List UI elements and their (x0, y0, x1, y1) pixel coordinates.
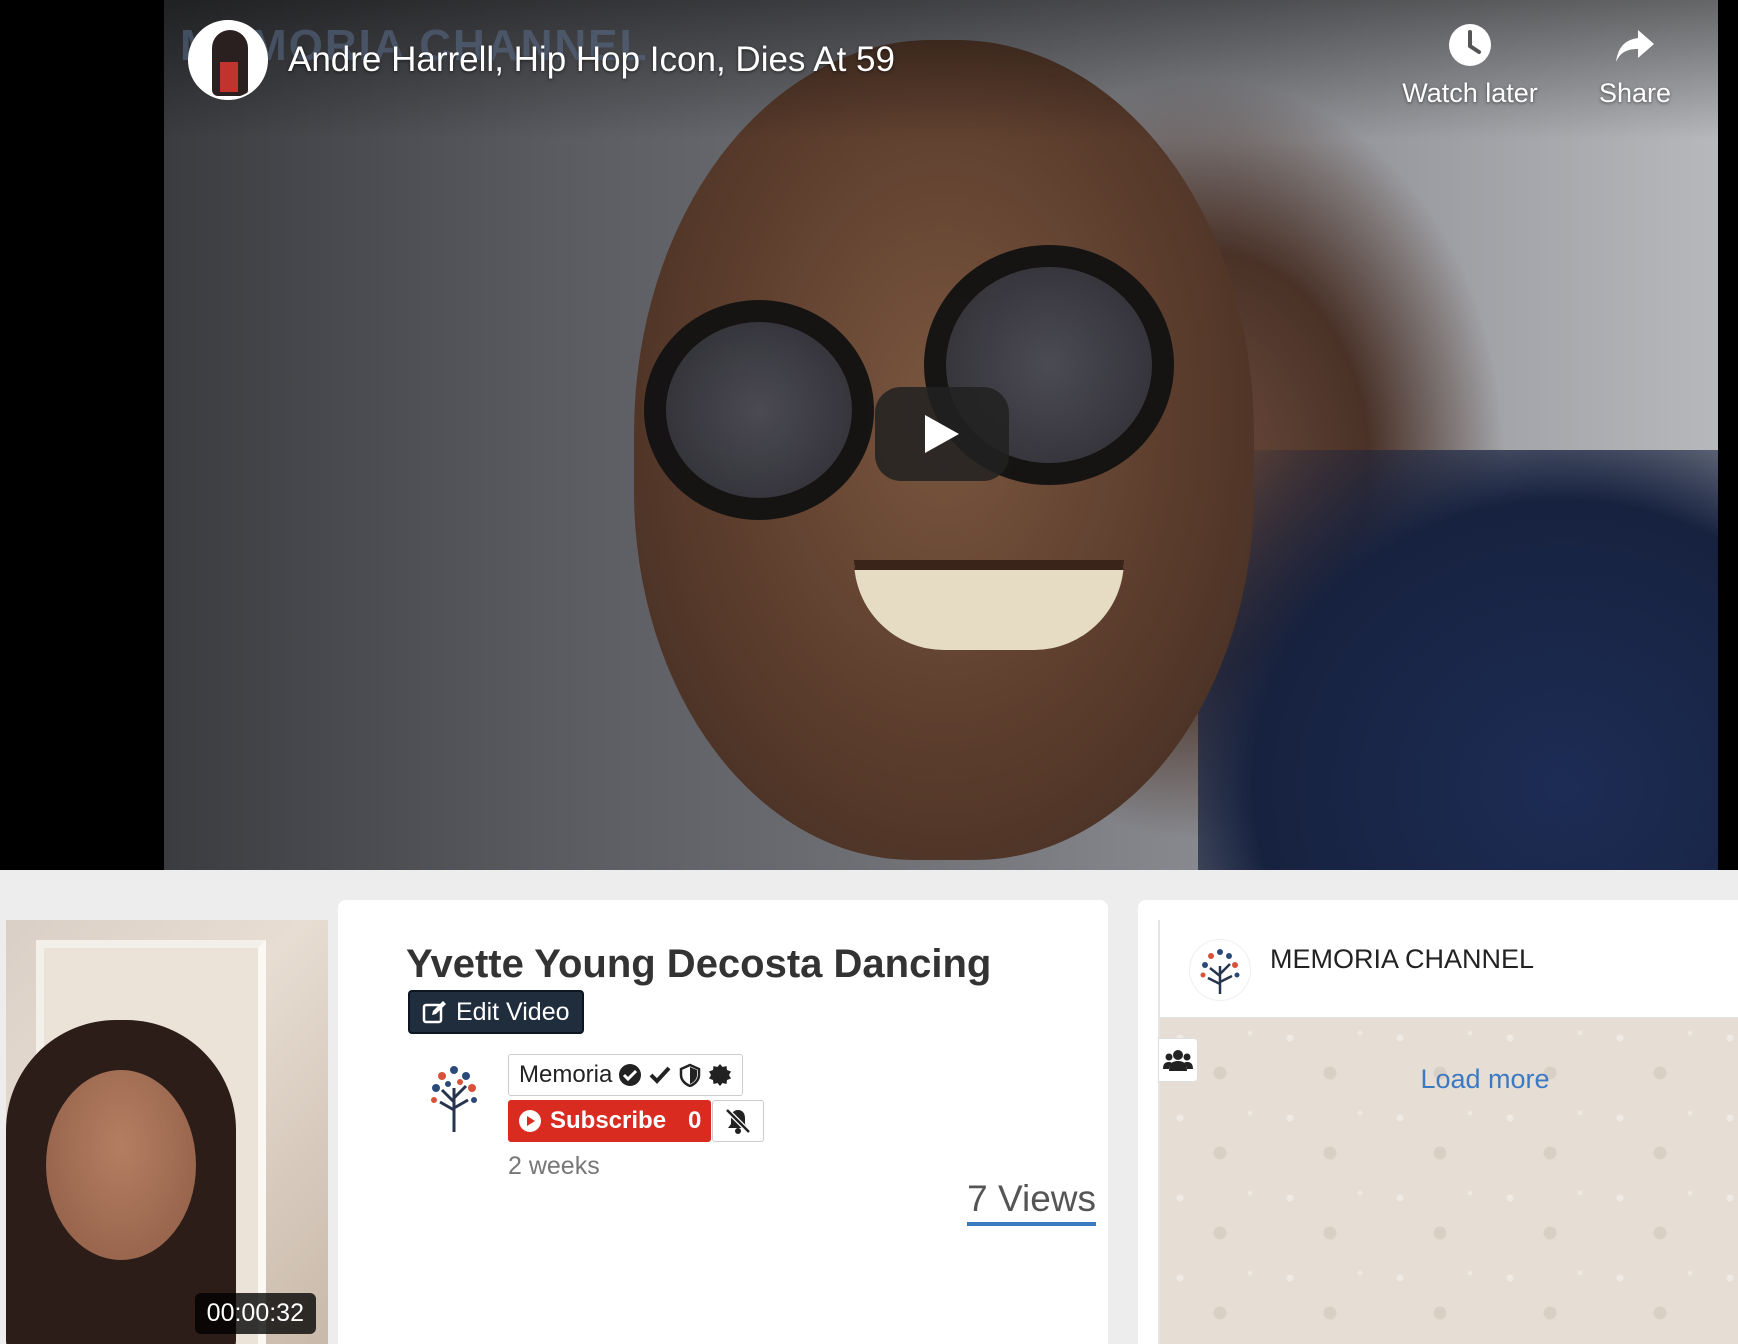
related-video-thumbnail[interactable]: 00:00:32 (6, 920, 328, 1344)
shield-icon (680, 1063, 701, 1087)
tree-logo-icon (1190, 940, 1250, 1000)
badge-icon (709, 1064, 732, 1086)
uploader-name-button[interactable]: Memoria (508, 1054, 744, 1096)
upload-age: 2 weeks (508, 1152, 600, 1180)
subscribe-label: Subscribe (550, 1107, 667, 1134)
video-player[interactable]: MEMORIA CHANNEL Andre Harrell, Hip Hop I… (0, 0, 1738, 870)
chat-inner: MEMORIA CHANNEL Load more (1158, 920, 1738, 1344)
tree-logo-icon[interactable] (426, 1058, 482, 1132)
notifications-toggle[interactable] (712, 1100, 764, 1142)
play-icon (925, 415, 959, 453)
chat-channel-name: MEMORIA CHANNEL (1270, 944, 1535, 974)
watch-later-button[interactable]: Watch later (1390, 22, 1550, 109)
clock-icon (1449, 24, 1491, 66)
watch-later-label: Watch later (1402, 78, 1538, 108)
load-more-link[interactable]: Load more (1160, 1064, 1738, 1095)
video-info-card: Yvette Young Decosta Dancing Edit Video … (338, 900, 1108, 1344)
subscriber-count: 0 (688, 1107, 702, 1134)
share-label: Share (1598, 78, 1672, 108)
share-button[interactable]: Share (1580, 22, 1690, 109)
view-count[interactable]: 7 Views (967, 1178, 1096, 1226)
subscribe-button[interactable]: Subscribe 0 (508, 1100, 712, 1142)
check-circle-icon (619, 1064, 642, 1086)
share-arrow-icon (1616, 30, 1654, 62)
bell-slash-icon (725, 1108, 751, 1134)
chat-messages-area[interactable]: Load more (1158, 1018, 1738, 1344)
edit-video-label: Edit Video (456, 997, 570, 1026)
play-button[interactable] (875, 387, 1009, 481)
check-icon (649, 1066, 671, 1084)
play-circle-icon (519, 1110, 541, 1132)
chat-panel: MEMORIA CHANNEL Load more (1138, 900, 1738, 1344)
uploader-name: Memoria (519, 1061, 613, 1088)
thumbnail-face (46, 1070, 196, 1260)
edit-icon (422, 1001, 446, 1024)
channel-avatar[interactable] (188, 20, 268, 100)
video-duration: 00:00:32 (194, 1293, 316, 1334)
edit-video-button[interactable]: Edit Video (408, 990, 584, 1034)
thumbnail-glasses-left (644, 300, 874, 520)
thumbnail-jacket (1198, 450, 1718, 870)
video-title[interactable]: Andre Harrell, Hip Hop Icon, Dies At 59 (288, 40, 895, 80)
chat-header: MEMORIA CHANNEL (1160, 920, 1738, 1018)
video-info-title: Yvette Young Decosta Dancing (406, 942, 992, 986)
